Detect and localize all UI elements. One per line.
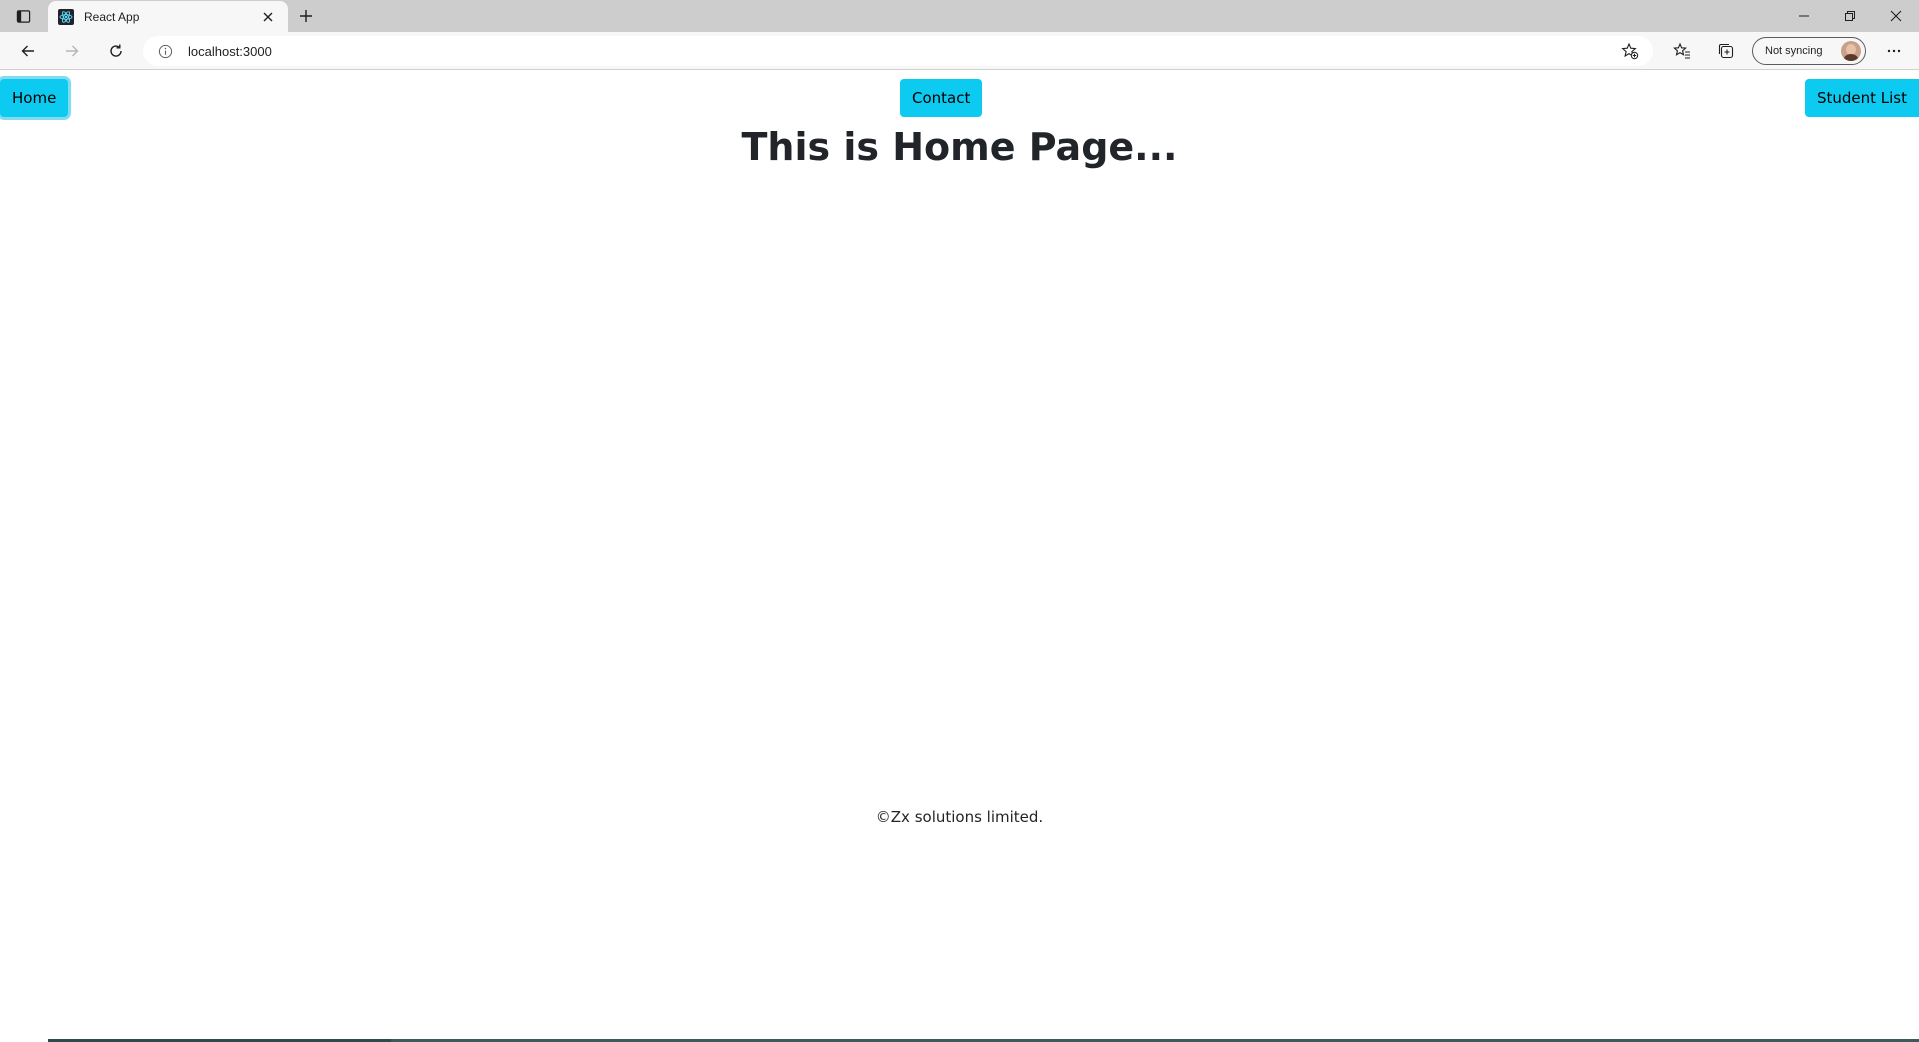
avatar bbox=[1841, 41, 1861, 61]
page-title: This is Home Page... bbox=[741, 125, 1178, 169]
restore-icon[interactable] bbox=[1827, 0, 1873, 32]
nav-contact-button[interactable]: Contact bbox=[900, 79, 983, 117]
new-tab-icon[interactable] bbox=[294, 5, 318, 27]
footer-text: ©Zx solutions limited. bbox=[875, 808, 1044, 826]
address-bar[interactable]: localhost:3000 bbox=[143, 36, 1653, 66]
site-info-icon[interactable] bbox=[156, 42, 174, 60]
close-tab-icon[interactable] bbox=[258, 7, 278, 27]
react-logo-icon bbox=[58, 8, 74, 25]
tab-title: React App bbox=[84, 9, 140, 24]
close-window-icon[interactable] bbox=[1873, 0, 1919, 32]
more-icon[interactable] bbox=[1879, 37, 1909, 65]
profile-label: Not syncing bbox=[1765, 45, 1823, 57]
taskbar-edge bbox=[0, 1038, 1919, 1042]
browser-tab[interactable]: React App bbox=[48, 1, 288, 32]
minimize-icon[interactable] bbox=[1781, 0, 1827, 32]
url-text[interactable]: localhost:3000 bbox=[188, 44, 272, 59]
tab-actions-icon[interactable] bbox=[10, 6, 36, 26]
forward-icon[interactable] bbox=[57, 37, 87, 65]
nav-home-button[interactable]: Home bbox=[0, 79, 69, 117]
page-content: Home Contact Student List This is Home P… bbox=[0, 71, 1919, 1042]
collections-icon[interactable] bbox=[1711, 37, 1741, 65]
nav-student-list-button[interactable]: Student List bbox=[1804, 79, 1919, 117]
profile-button[interactable]: Not syncing bbox=[1752, 37, 1866, 65]
add-favorite-icon[interactable] bbox=[1621, 42, 1639, 60]
favorites-icon[interactable] bbox=[1667, 37, 1697, 65]
tab-strip: React App bbox=[0, 0, 1919, 32]
back-icon[interactable] bbox=[13, 37, 43, 65]
browser-toolbar: localhost:3000 Not syncing bbox=[0, 32, 1919, 70]
refresh-icon[interactable] bbox=[101, 37, 131, 65]
